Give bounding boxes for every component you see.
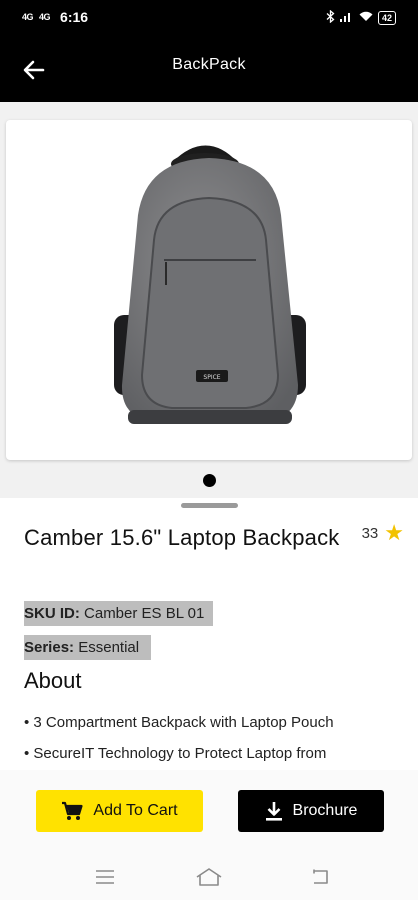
rating: 33 ★	[362, 522, 404, 544]
bottom-action-bar: Add To Cart Brochure	[0, 770, 418, 854]
wifi-icon	[359, 11, 373, 25]
menu-icon	[96, 870, 114, 884]
about-heading: About	[24, 668, 82, 693]
star-icon: ★	[384, 520, 404, 545]
status-bar: 4G 4G 6:16 42	[0, 0, 418, 36]
series-row: Series: Essential	[24, 635, 151, 660]
brochure-label: Brochure	[292, 802, 358, 819]
brochure-button[interactable]: Brochure	[238, 790, 384, 832]
home-button[interactable]	[194, 864, 224, 890]
sheet-drag-handle[interactable]	[181, 503, 238, 508]
recent-apps-button[interactable]	[90, 864, 120, 890]
add-to-cart-button[interactable]: Add To Cart	[36, 790, 203, 832]
product-title: Camber 15.6" Laptop Backpack	[24, 525, 340, 550]
status-left: 4G 4G 6:16	[22, 9, 88, 25]
signal-indicator-1: 4G	[22, 12, 34, 22]
sku-label: SKU ID:	[24, 605, 80, 622]
battery-indicator: 42	[377, 11, 396, 25]
sku-row: SKU ID: Camber ES BL 01	[24, 601, 213, 626]
brand-logo: SPICE	[203, 374, 220, 381]
product-image-card[interactable]: SPICE	[6, 120, 412, 460]
carousel-dot-active[interactable]	[203, 474, 216, 487]
sku-value: Camber ES BL 01	[84, 605, 205, 622]
feature-item: • 3 Compartment Backpack with Laptop Pou…	[24, 714, 334, 731]
bluetooth-icon	[326, 9, 335, 26]
home-icon	[196, 868, 222, 886]
series-label: Series:	[24, 639, 75, 656]
status-right: 42	[326, 9, 396, 26]
feature-item: • SecureIT Technology to Protect Laptop …	[24, 745, 327, 762]
app-bar: BackPack	[0, 36, 418, 102]
rating-count: 33	[361, 524, 379, 542]
system-nav-bar	[0, 854, 418, 900]
add-to-cart-label: Add To Cart	[93, 802, 178, 819]
return-icon	[313, 869, 328, 884]
download-icon	[265, 802, 282, 821]
back-nav-button[interactable]	[304, 864, 334, 890]
status-time: 6:16	[60, 9, 89, 25]
series-value: Essential	[78, 639, 140, 656]
signal-strength-icon	[339, 11, 354, 25]
page-title: BackPack	[172, 56, 246, 73]
signal-indicator-2: 4G	[39, 12, 51, 22]
product-image: SPICE	[114, 145, 306, 424]
cart-icon	[62, 801, 83, 820]
